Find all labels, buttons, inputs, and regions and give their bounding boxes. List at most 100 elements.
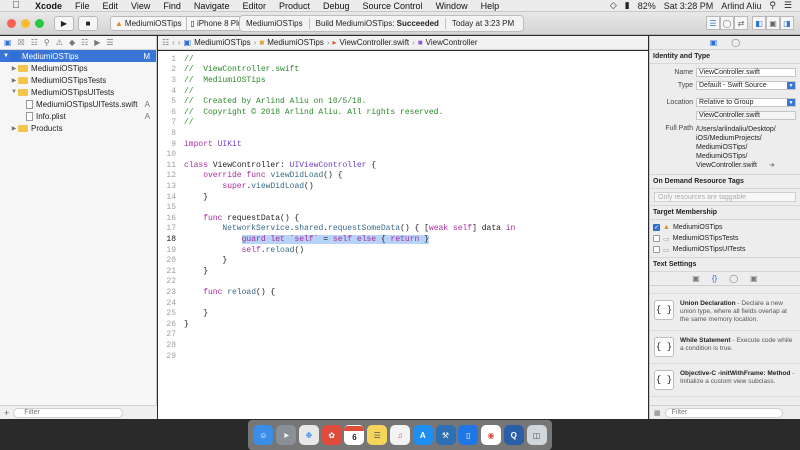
find-navigator-icon[interactable]: ⚲: [44, 38, 50, 47]
code-line[interactable]: 9 import UIKit: [158, 139, 241, 150]
menu-product[interactable]: Product: [279, 1, 310, 11]
code-line[interactable]: 17 NetworkService.shared.requestSomeData…: [158, 224, 515, 235]
library-filter-input[interactable]: [664, 407, 783, 418]
line-number[interactable]: 6: [158, 108, 178, 117]
location-file-field[interactable]: ViewController.swift: [696, 111, 796, 120]
line-number[interactable]: 7: [158, 118, 178, 127]
debug-area-toggle-icon[interactable]: ▣: [766, 16, 780, 30]
code-line[interactable]: 4 //: [158, 86, 193, 97]
tree-item-uitests-swift[interactable]: MediumiOSTipsUITests.swift A: [0, 98, 156, 110]
assistant-editor-icon[interactable]: ◯: [720, 16, 734, 30]
quicktime-icon[interactable]: Q: [503, 425, 524, 445]
line-number[interactable]: 4: [158, 87, 178, 96]
close-window-button[interactable]: [7, 18, 16, 28]
navigator-toggle-icon[interactable]: ◧: [752, 16, 766, 30]
line-number[interactable]: 29: [158, 352, 178, 361]
line-number[interactable]: 12: [158, 171, 178, 180]
code-line[interactable]: 12 override func viewDidLoad() {: [158, 171, 342, 182]
report-navigator-icon[interactable]: ☰: [106, 38, 113, 47]
grid-view-icon[interactable]: ▦: [654, 409, 661, 417]
notes-icon[interactable]: ☰: [367, 425, 388, 445]
code-line[interactable]: 21 }: [158, 266, 208, 277]
code-line[interactable]: 27: [158, 330, 184, 341]
disclosure-closed-icon[interactable]: ▶: [10, 65, 18, 72]
spotlight-icon[interactable]: ⚲: [769, 0, 776, 11]
run-button[interactable]: ▶: [54, 15, 74, 31]
inspector-toggle-icon[interactable]: ◨: [780, 16, 794, 30]
scheme-popup[interactable]: ▲ MediumiOSTips: [110, 15, 187, 31]
tree-item-products[interactable]: ▶ Products: [0, 122, 156, 134]
app-store-icon[interactable]: A: [412, 425, 433, 445]
standard-editor-icon[interactable]: ☰: [706, 16, 720, 30]
back-icon[interactable]: ‹: [172, 38, 175, 47]
line-number[interactable]: 24: [158, 299, 178, 308]
line-number[interactable]: 8: [158, 129, 178, 138]
code-line[interactable]: 2 // ViewController.swift: [158, 65, 299, 76]
media-library-icon[interactable]: ▣: [750, 274, 758, 283]
menu-debug[interactable]: Debug: [323, 1, 350, 11]
minimize-window-button[interactable]: [21, 18, 30, 28]
code-line[interactable]: 25 }: [158, 308, 208, 319]
simulator-icon[interactable]: ▯: [458, 425, 479, 445]
disclosure-open-icon[interactable]: ▼: [10, 89, 18, 95]
reveal-in-finder-icon[interactable]: ➜: [769, 161, 775, 170]
calendar-icon[interactable]: 6: [344, 425, 365, 445]
tree-item-group-tests[interactable]: ▶ MediumiOSTipsTests: [0, 74, 156, 86]
battery-icon[interactable]: ▮: [625, 0, 630, 11]
code-line[interactable]: 29: [158, 351, 184, 362]
menu-edit[interactable]: Edit: [103, 1, 119, 11]
disclosure-closed-icon[interactable]: ▶: [10, 77, 18, 84]
menu-clock[interactable]: Sat 3:28 PM: [664, 1, 714, 11]
jump-crumb-symbol[interactable]: ViewController: [426, 38, 478, 47]
source-editor[interactable]: 1 // 2 // ViewController.swift 3 // MediumiOS…: [158, 51, 648, 419]
symbol-navigator-icon[interactable]: ☷: [31, 38, 38, 47]
code-snippet-library-icon[interactable]: {}: [712, 274, 717, 283]
menu-source-control[interactable]: Source Control: [363, 1, 423, 11]
code-line[interactable]: 16 func requestData() {: [158, 213, 299, 224]
menu-view[interactable]: View: [131, 1, 150, 11]
file-inspector-icon[interactable]: ▣: [710, 38, 718, 47]
menu-help[interactable]: Help: [481, 1, 500, 11]
type-popup[interactable]: Default - Swift Source ▼: [696, 81, 796, 90]
line-number[interactable]: 21: [158, 267, 178, 276]
line-number[interactable]: 3: [158, 76, 178, 85]
stop-button[interactable]: ■: [78, 15, 98, 31]
line-number[interactable]: 22: [158, 277, 178, 286]
code-line[interactable]: 5 // Created by Arlind Aliu on 10/5/18.: [158, 96, 366, 107]
snippet-union-declaration[interactable]: { } Union Declaration - Declare a new un…: [650, 294, 800, 331]
line-number[interactable]: 18: [158, 235, 178, 244]
line-number[interactable]: 16: [158, 214, 178, 223]
trash-icon[interactable]: ◫: [526, 425, 547, 445]
debug-navigator-icon[interactable]: ☷: [81, 38, 88, 47]
music-icon[interactable]: ♫: [389, 425, 410, 445]
line-number[interactable]: 2: [158, 65, 178, 74]
disclosure-closed-icon[interactable]: ▶: [10, 125, 18, 132]
forward-icon[interactable]: ›: [178, 38, 181, 47]
chrome-icon[interactable]: ◉: [481, 425, 502, 445]
project-navigator-icon[interactable]: ▣: [4, 38, 12, 47]
tree-item-group-uitests[interactable]: ▼ MediumiOSTipsUITests: [0, 86, 156, 98]
code-line[interactable]: 7 //: [158, 118, 193, 129]
target-checkbox[interactable]: ✓: [653, 224, 660, 231]
menu-app[interactable]: Xcode: [35, 1, 62, 11]
line-number[interactable]: 11: [158, 161, 178, 170]
tree-item-group-app[interactable]: ▶ MediumiOSTips: [0, 62, 156, 74]
finder-icon[interactable]: ☺: [253, 425, 274, 445]
code-line[interactable]: 15: [158, 202, 184, 213]
menu-navigate[interactable]: Navigate: [194, 1, 230, 11]
line-number[interactable]: 19: [158, 246, 178, 255]
issue-navigator-icon[interactable]: ⚠: [56, 38, 63, 47]
code-line[interactable]: 18 guard let `self` = self else { return…: [158, 234, 429, 245]
apple-menu-icon[interactable]: : [10, 0, 22, 11]
snippet-init-with-frame[interactable]: { } Objective-C -initWithFrame: Method -…: [650, 364, 800, 397]
scheme-selector[interactable]: ▲ MediumiOSTips ▯ iPhone 8 Plus: [110, 15, 252, 31]
line-number[interactable]: 27: [158, 330, 178, 339]
code-line[interactable]: 23 func reload() {: [158, 287, 275, 298]
object-library-icon[interactable]: ◯: [729, 274, 738, 283]
code-line[interactable]: 19 self.reload(): [158, 245, 304, 256]
menu-find[interactable]: Find: [163, 1, 181, 11]
code-line[interactable]: 10: [158, 149, 184, 160]
source-control-navigator-icon[interactable]: ☒: [18, 38, 25, 47]
line-number[interactable]: 17: [158, 224, 178, 233]
navigator-filter-input[interactable]: [13, 407, 124, 418]
